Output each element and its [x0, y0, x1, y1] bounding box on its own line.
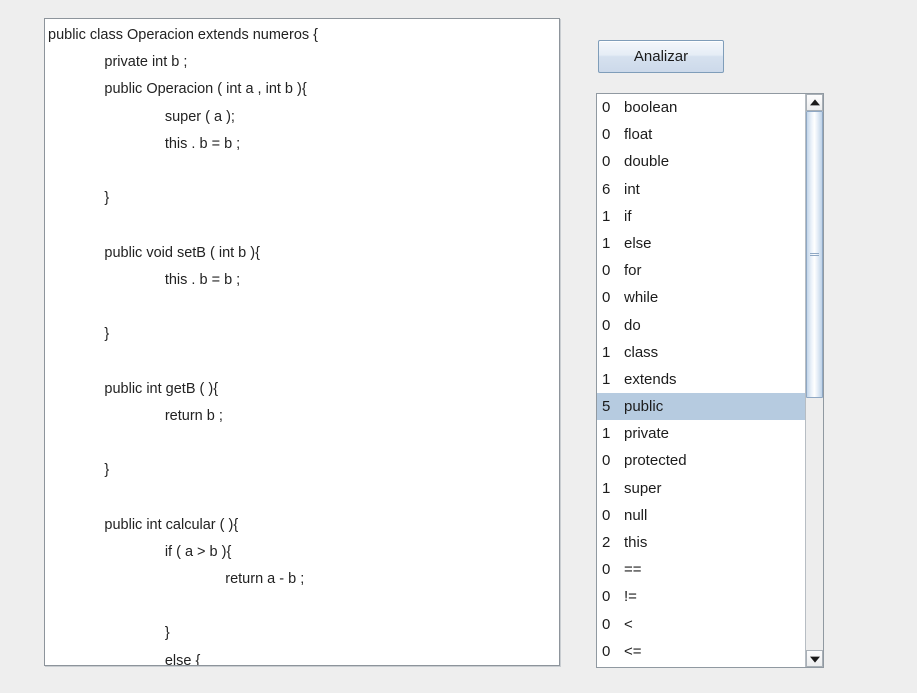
token-count: 0: [602, 561, 611, 579]
token-count-list[interactable]: 0 boolean 0 float 0 double 6 int 1 if 1 else 0 for 0 wh…: [597, 94, 805, 667]
token-row[interactable]: 1 if: [597, 203, 805, 230]
token-row[interactable]: 0 <=: [597, 638, 805, 665]
token-name: <: [624, 615, 633, 633]
token-count: 0: [602, 289, 611, 307]
token-count: 1: [602, 207, 611, 225]
token-name: protected: [624, 452, 687, 470]
token-name: float: [624, 126, 653, 144]
token-row[interactable]: 1 else: [597, 230, 805, 257]
token-name: ==: [624, 561, 642, 579]
token-count: 0: [602, 452, 611, 470]
token-name: extends: [624, 370, 677, 388]
scroll-down-arrow-icon: [809, 656, 820, 663]
token-name: double: [624, 153, 670, 171]
source-code-textarea[interactable]: public class Operacion extends numeros {…: [48, 22, 559, 665]
scroll-down-button[interactable]: [806, 650, 823, 667]
scroll-up-button[interactable]: [806, 94, 823, 111]
token-name: private: [624, 425, 670, 443]
token-count: 6: [602, 180, 611, 198]
token-row[interactable]: 0 null: [597, 502, 805, 529]
token-row[interactable]: 0 <: [597, 611, 805, 638]
token-count: 0: [602, 642, 611, 660]
token-name: boolean: [624, 99, 678, 116]
token-name: this: [624, 534, 648, 551]
token-list-scrollbar[interactable]: [805, 94, 823, 667]
token-row[interactable]: 0 for: [597, 257, 805, 284]
token-count: 0: [602, 99, 611, 116]
token-count: 1: [602, 370, 611, 388]
token-row[interactable]: 0 double: [597, 148, 805, 175]
token-name: while: [624, 289, 659, 307]
scroll-up-arrow-icon: [809, 98, 820, 105]
token-row[interactable]: 1 private: [597, 420, 805, 447]
token-row[interactable]: 1 class: [597, 339, 805, 366]
token-row[interactable]: 0 while: [597, 284, 805, 311]
token-row[interactable]: 5 public: [597, 393, 805, 421]
analyze-button[interactable]: Analizar: [598, 40, 724, 73]
token-row[interactable]: 1 extends: [597, 366, 805, 393]
token-name: <=: [624, 642, 642, 660]
analyzer-window: public class Operacion extends numeros {…: [0, 0, 917, 693]
results-panel: Analizar 0 boolean 0 float 0 double 6 int 1 if 1 el…: [594, 18, 844, 668]
token-count: 0: [602, 588, 611, 606]
token-row[interactable]: 0 ==: [597, 556, 805, 583]
token-count: 0: [602, 126, 611, 144]
token-row[interactable]: 0 boolean: [597, 94, 805, 121]
token-name: null: [624, 506, 648, 524]
token-name: !=: [624, 588, 637, 606]
source-code-scroll-pane[interactable]: public class Operacion extends numeros {…: [44, 18, 560, 666]
token-row[interactable]: 0 !=: [597, 583, 805, 610]
token-name: if: [624, 207, 632, 225]
token-row[interactable]: 0 protected: [597, 447, 805, 474]
token-count: 0: [602, 262, 611, 280]
token-count: 1: [602, 343, 611, 361]
scrollbar-thumb[interactable]: [806, 111, 823, 398]
token-row[interactable]: 0 float: [597, 121, 805, 148]
token-row[interactable]: 6 int: [597, 176, 805, 203]
token-count: 0: [602, 153, 611, 171]
token-count: 1: [602, 425, 611, 443]
token-name: class: [624, 343, 659, 361]
token-count: 1: [602, 479, 611, 497]
token-name: else: [624, 234, 652, 252]
token-row[interactable]: 1 super: [597, 475, 805, 502]
token-count: 0: [602, 316, 611, 334]
token-name: do: [624, 316, 641, 334]
token-count: 5: [602, 398, 611, 416]
token-name: public: [624, 398, 664, 416]
token-name: int: [624, 180, 640, 198]
token-row[interactable]: 0 do: [597, 312, 805, 339]
token-name: for: [624, 262, 642, 280]
token-count: 2: [602, 534, 611, 551]
token-name: super: [624, 479, 662, 497]
token-count: 0: [602, 615, 611, 633]
token-count-scroll-pane[interactable]: 0 boolean 0 float 0 double 6 int 1 if 1 else 0 for 0 wh…: [596, 93, 824, 668]
scrollbar-grip-icon: [810, 252, 819, 258]
token-count: 1: [602, 234, 611, 252]
token-row[interactable]: 2 this: [597, 529, 805, 556]
token-count: 0: [602, 506, 611, 524]
